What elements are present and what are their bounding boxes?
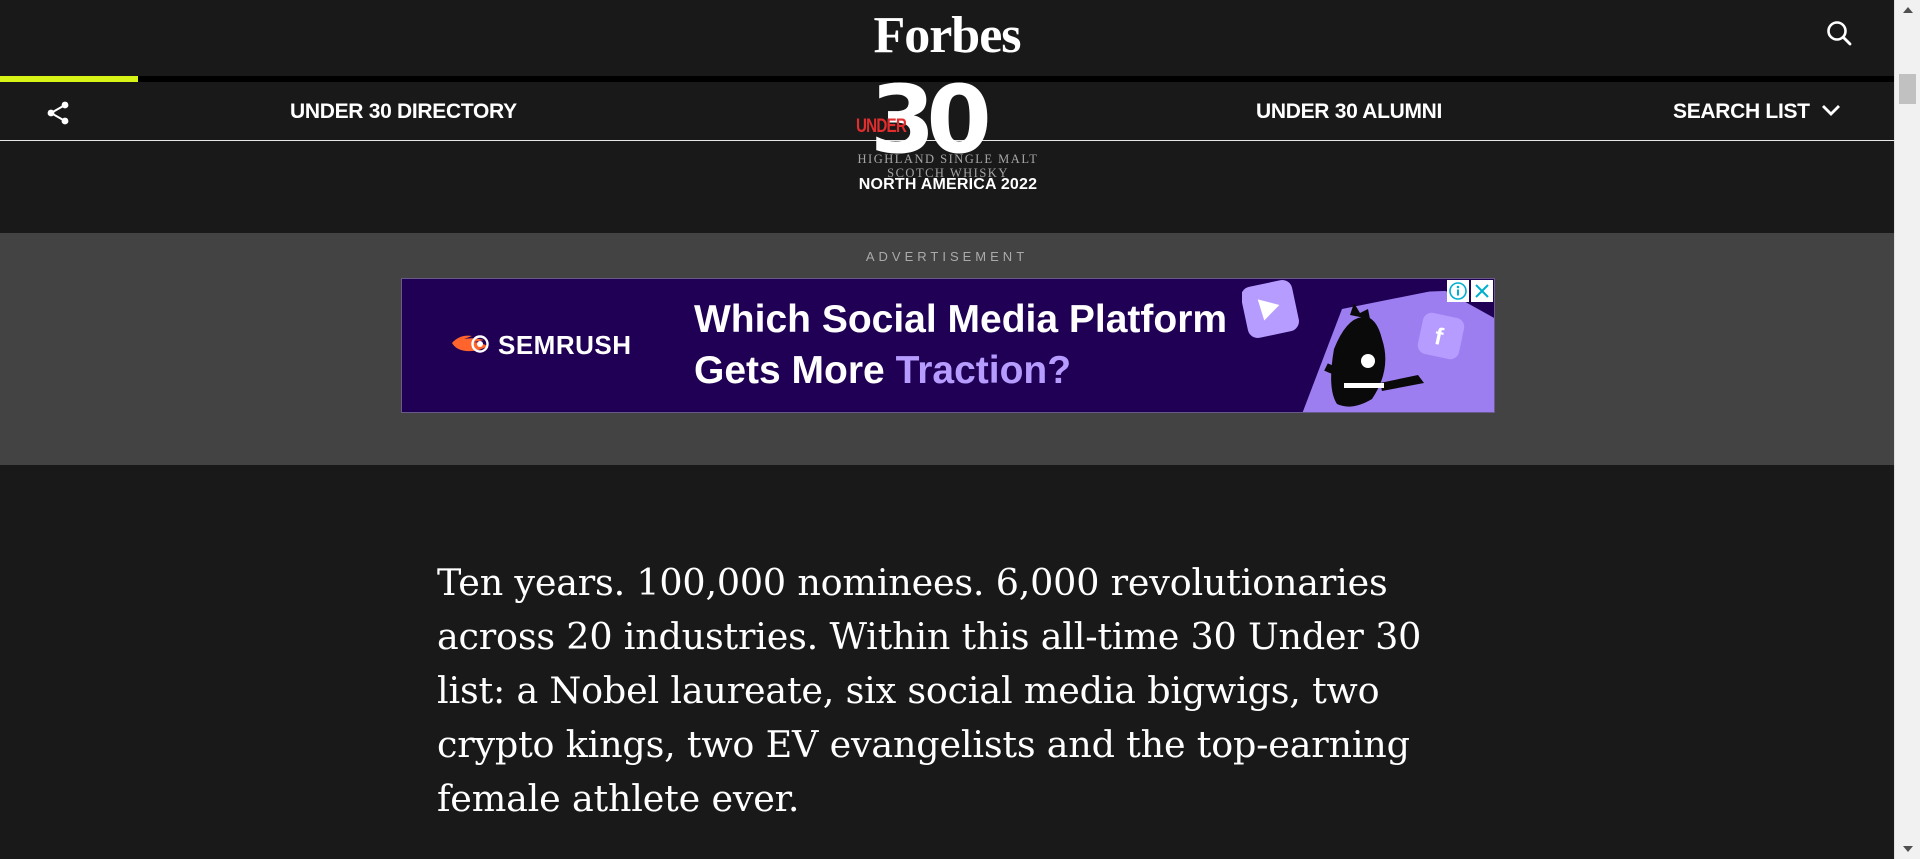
advertisement-area: ADVERTISEMENT SEMRUSH Which Social Media… (0, 233, 1894, 465)
advertisement-label: ADVERTISEMENT (865, 249, 1029, 264)
share-icon[interactable] (44, 99, 72, 127)
article-intro: Ten years. 100,000 nominees. 6,000 revol… (437, 561, 1422, 820)
forbes-logo[interactable]: Forbes (0, 6, 1894, 65)
ad-banner[interactable]: SEMRUSH Which Social Media Platform Gets… (401, 278, 1495, 413)
chevron-down-icon (1821, 99, 1841, 123)
info-icon[interactable] (1447, 280, 1469, 302)
ad-headline-line2: Gets More Traction? (694, 345, 1227, 396)
semrush-flame-icon (450, 330, 494, 361)
ad-headline-accent: Traction? (895, 349, 1072, 392)
emblem-region: NORTH AMERICA 2022 (858, 176, 1038, 193)
page: Forbes UNDER 30 DIRECTORY UNDER 30 ALUMN… (0, 0, 1894, 859)
nav-under30-directory[interactable]: UNDER 30 DIRECTORY (290, 100, 517, 124)
scroll-up-arrow-icon[interactable] (1895, 0, 1920, 20)
search-icon[interactable] (1824, 18, 1854, 48)
close-icon[interactable] (1471, 280, 1493, 302)
emblem-sponsor-line2: SCOTCH WHISKY (887, 166, 1009, 180)
ad-headline-plain: Gets More (694, 349, 896, 392)
nav-under30-alumni[interactable]: UNDER 30 ALUMNI (1256, 100, 1442, 124)
masthead: Forbes (0, 0, 1894, 76)
ad-headline-line1: Which Social Media Platform (694, 298, 1228, 341)
semrush-logo: SEMRUSH (450, 330, 632, 361)
emblem-sponsor: HIGHLAND SINGLE MALT SCOTCH WHISKY (828, 152, 1068, 180)
scroll-down-arrow-icon[interactable] (1895, 839, 1920, 859)
semrush-wordmark: SEMRUSH (498, 330, 632, 360)
page-scrollbar[interactable] (1894, 0, 1920, 859)
scrollbar-thumb[interactable] (1899, 74, 1916, 104)
nav-search-list-label: SEARCH LIST (1673, 100, 1810, 123)
ad-headline: Which Social Media Platform Gets More Tr… (694, 294, 1227, 396)
nav-search-list[interactable]: SEARCH LIST (1673, 100, 1841, 124)
emblem-sponsor-line1: HIGHLAND SINGLE MALT (857, 152, 1039, 166)
under30-navbar: UNDER 30 DIRECTORY UNDER 30 ALUMNI SEARC… (0, 82, 1894, 141)
